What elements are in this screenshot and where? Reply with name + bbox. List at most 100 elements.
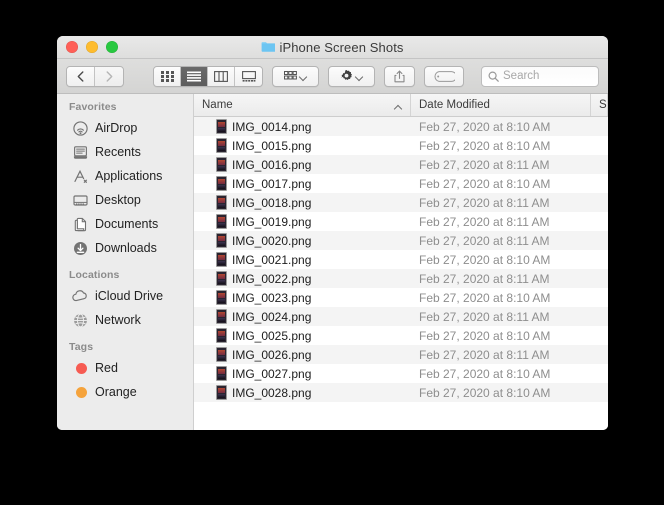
file-thumbnail-icon (216, 290, 227, 305)
chevron-down-icon (300, 74, 307, 78)
sidebar-item-label: Orange (95, 385, 137, 399)
sidebar-group-locations: Locations iCloud Drive Network (57, 269, 193, 332)
minimize-button[interactable] (86, 41, 98, 53)
tag-button[interactable] (424, 65, 464, 87)
sidebar-item-label: Network (95, 313, 141, 327)
search-field[interactable]: Search (481, 65, 599, 87)
network-icon (72, 312, 88, 328)
table-row[interactable]: IMG_0027.png Feb 27, 2020 at 8:10 AM (194, 364, 608, 383)
table-row[interactable]: IMG_0026.png Feb 27, 2020 at 8:11 AM (194, 345, 608, 364)
file-date-cell: Feb 27, 2020 at 8:11 AM (419, 157, 550, 172)
title-bar[interactable]: iPhone Screen Shots (57, 36, 608, 59)
sidebar-item-tag-orange[interactable]: Orange (57, 380, 193, 404)
file-rows: IMG_0014.png Feb 27, 2020 at 8:10 AM IMG_0… (194, 117, 608, 430)
file-name-cell: IMG_0019.png (194, 214, 411, 229)
sidebar-item-applications[interactable]: Applications (57, 164, 193, 188)
file-date-cell: Feb 27, 2020 at 8:10 AM (419, 366, 551, 381)
file-thumbnail-icon (216, 119, 227, 134)
file-name-label: IMG_0027.png (232, 366, 312, 381)
file-name-label: IMG_0026.png (232, 347, 312, 362)
table-row[interactable]: IMG_0019.png Feb 27, 2020 at 8:11 AM (194, 212, 608, 231)
file-thumbnail-icon (216, 347, 227, 362)
table-row[interactable]: IMG_0017.png Feb 27, 2020 at 8:10 AM (194, 174, 608, 193)
table-row[interactable]: IMG_0014.png Feb 27, 2020 at 8:10 AM (194, 117, 608, 136)
file-name-cell: IMG_0022.png (194, 271, 411, 286)
file-thumbnail-icon (216, 157, 227, 172)
table-row[interactable]: IMG_0015.png Feb 27, 2020 at 8:10 AM (194, 136, 608, 155)
table-row[interactable]: IMG_0025.png Feb 27, 2020 at 8:10 AM (194, 326, 608, 345)
file-date-cell: Feb 27, 2020 at 8:11 AM (419, 214, 550, 229)
sidebar-item-documents[interactable]: Documents (57, 212, 193, 236)
file-list: Name Date Modified S IMG_0014.png Feb 27,… (194, 94, 608, 430)
recents-icon (72, 144, 88, 160)
close-button[interactable] (66, 41, 78, 53)
file-name-cell: IMG_0025.png (194, 328, 411, 343)
table-row[interactable]: IMG_0028.png Feb 27, 2020 at 8:10 AM (194, 383, 608, 402)
back-button[interactable] (67, 66, 95, 86)
table-row[interactable]: IMG_0018.png Feb 27, 2020 at 8:11 AM (194, 193, 608, 212)
sidebar-item-airdrop[interactable]: AirDrop (57, 116, 193, 140)
table-row[interactable]: IMG_0021.png Feb 27, 2020 at 8:10 AM (194, 250, 608, 269)
list-view-button[interactable] (181, 66, 208, 86)
sidebar-item-network[interactable]: Network (57, 308, 193, 332)
table-row[interactable]: IMG_0024.png Feb 27, 2020 at 8:11 AM (194, 307, 608, 326)
group-by-button[interactable] (272, 65, 319, 87)
file-date-cell: Feb 27, 2020 at 8:10 AM (419, 385, 551, 400)
chevron-left-icon (77, 70, 84, 82)
file-name-label: IMG_0020.png (232, 233, 312, 248)
tag-icon (434, 70, 455, 82)
file-thumbnail-icon (216, 366, 227, 381)
file-date-cell: Feb 27, 2020 at 8:10 AM (419, 176, 551, 191)
documents-icon (72, 216, 88, 232)
forward-button[interactable] (95, 66, 123, 86)
gallery-view-button[interactable] (235, 66, 262, 86)
sidebar-item-label: Documents (95, 217, 159, 231)
column-header-name[interactable]: Name (194, 94, 411, 116)
sidebar-item-icloud-drive[interactable]: iCloud Drive (57, 284, 193, 308)
file-thumbnail-icon (216, 271, 227, 286)
sidebar-item-label: Red (95, 361, 118, 375)
table-row[interactable]: IMG_0022.png Feb 27, 2020 at 8:11 AM (194, 269, 608, 288)
sidebar-item-downloads[interactable]: Downloads (57, 236, 193, 260)
icon-view-button[interactable] (154, 66, 181, 86)
file-date-cell: Feb 27, 2020 at 8:11 AM (419, 195, 550, 210)
table-row[interactable]: IMG_0023.png Feb 27, 2020 at 8:10 AM (194, 288, 608, 307)
file-name-label: IMG_0028.png (232, 385, 312, 400)
traffic-light-buttons (66, 41, 118, 53)
search-icon (488, 70, 499, 82)
file-thumbnail-icon (216, 138, 227, 153)
file-name-label: IMG_0014.png (232, 119, 312, 134)
column-header-date-modified[interactable]: Date Modified (411, 94, 591, 116)
tag-dot-icon (72, 384, 88, 400)
file-thumbnail-icon (216, 176, 227, 191)
sidebar-item-label: AirDrop (95, 121, 138, 135)
search-input[interactable]: Search (503, 70, 539, 82)
file-thumbnail-icon (216, 385, 227, 400)
sidebar: Favorites AirDrop Recents Applications D… (57, 94, 194, 430)
file-thumbnail-icon (216, 328, 227, 343)
file-name-cell: IMG_0016.png (194, 157, 411, 172)
sidebar-header-favorites: Favorites (69, 101, 117, 113)
file-name-cell: IMG_0023.png (194, 290, 411, 305)
file-name-cell: IMG_0027.png (194, 366, 411, 381)
sidebar-item-label: Applications (95, 169, 163, 183)
file-name-cell: IMG_0017.png (194, 176, 411, 191)
column-header-size[interactable]: S (591, 94, 608, 116)
column-view-button[interactable] (208, 66, 235, 86)
file-name-cell: IMG_0021.png (194, 252, 411, 267)
share-icon (394, 70, 405, 82)
list-view-icon (187, 71, 201, 81)
maximize-button[interactable] (106, 41, 118, 53)
sidebar-item-tag-red[interactable]: Red (57, 356, 193, 380)
navigation-buttons (66, 65, 124, 87)
table-row[interactable]: IMG_0016.png Feb 27, 2020 at 8:11 AM (194, 155, 608, 174)
sidebar-item-recents[interactable]: Recents (57, 140, 193, 164)
sidebar-item-desktop[interactable]: Desktop (57, 188, 193, 212)
share-button[interactable] (384, 65, 415, 87)
action-gear-button[interactable] (328, 65, 375, 87)
column-header-label: Name (202, 99, 233, 111)
file-name-label: IMG_0024.png (232, 309, 312, 324)
chevron-down-icon (356, 74, 363, 78)
file-thumbnail-icon (216, 233, 227, 248)
table-row[interactable]: IMG_0020.png Feb 27, 2020 at 8:11 AM (194, 231, 608, 250)
